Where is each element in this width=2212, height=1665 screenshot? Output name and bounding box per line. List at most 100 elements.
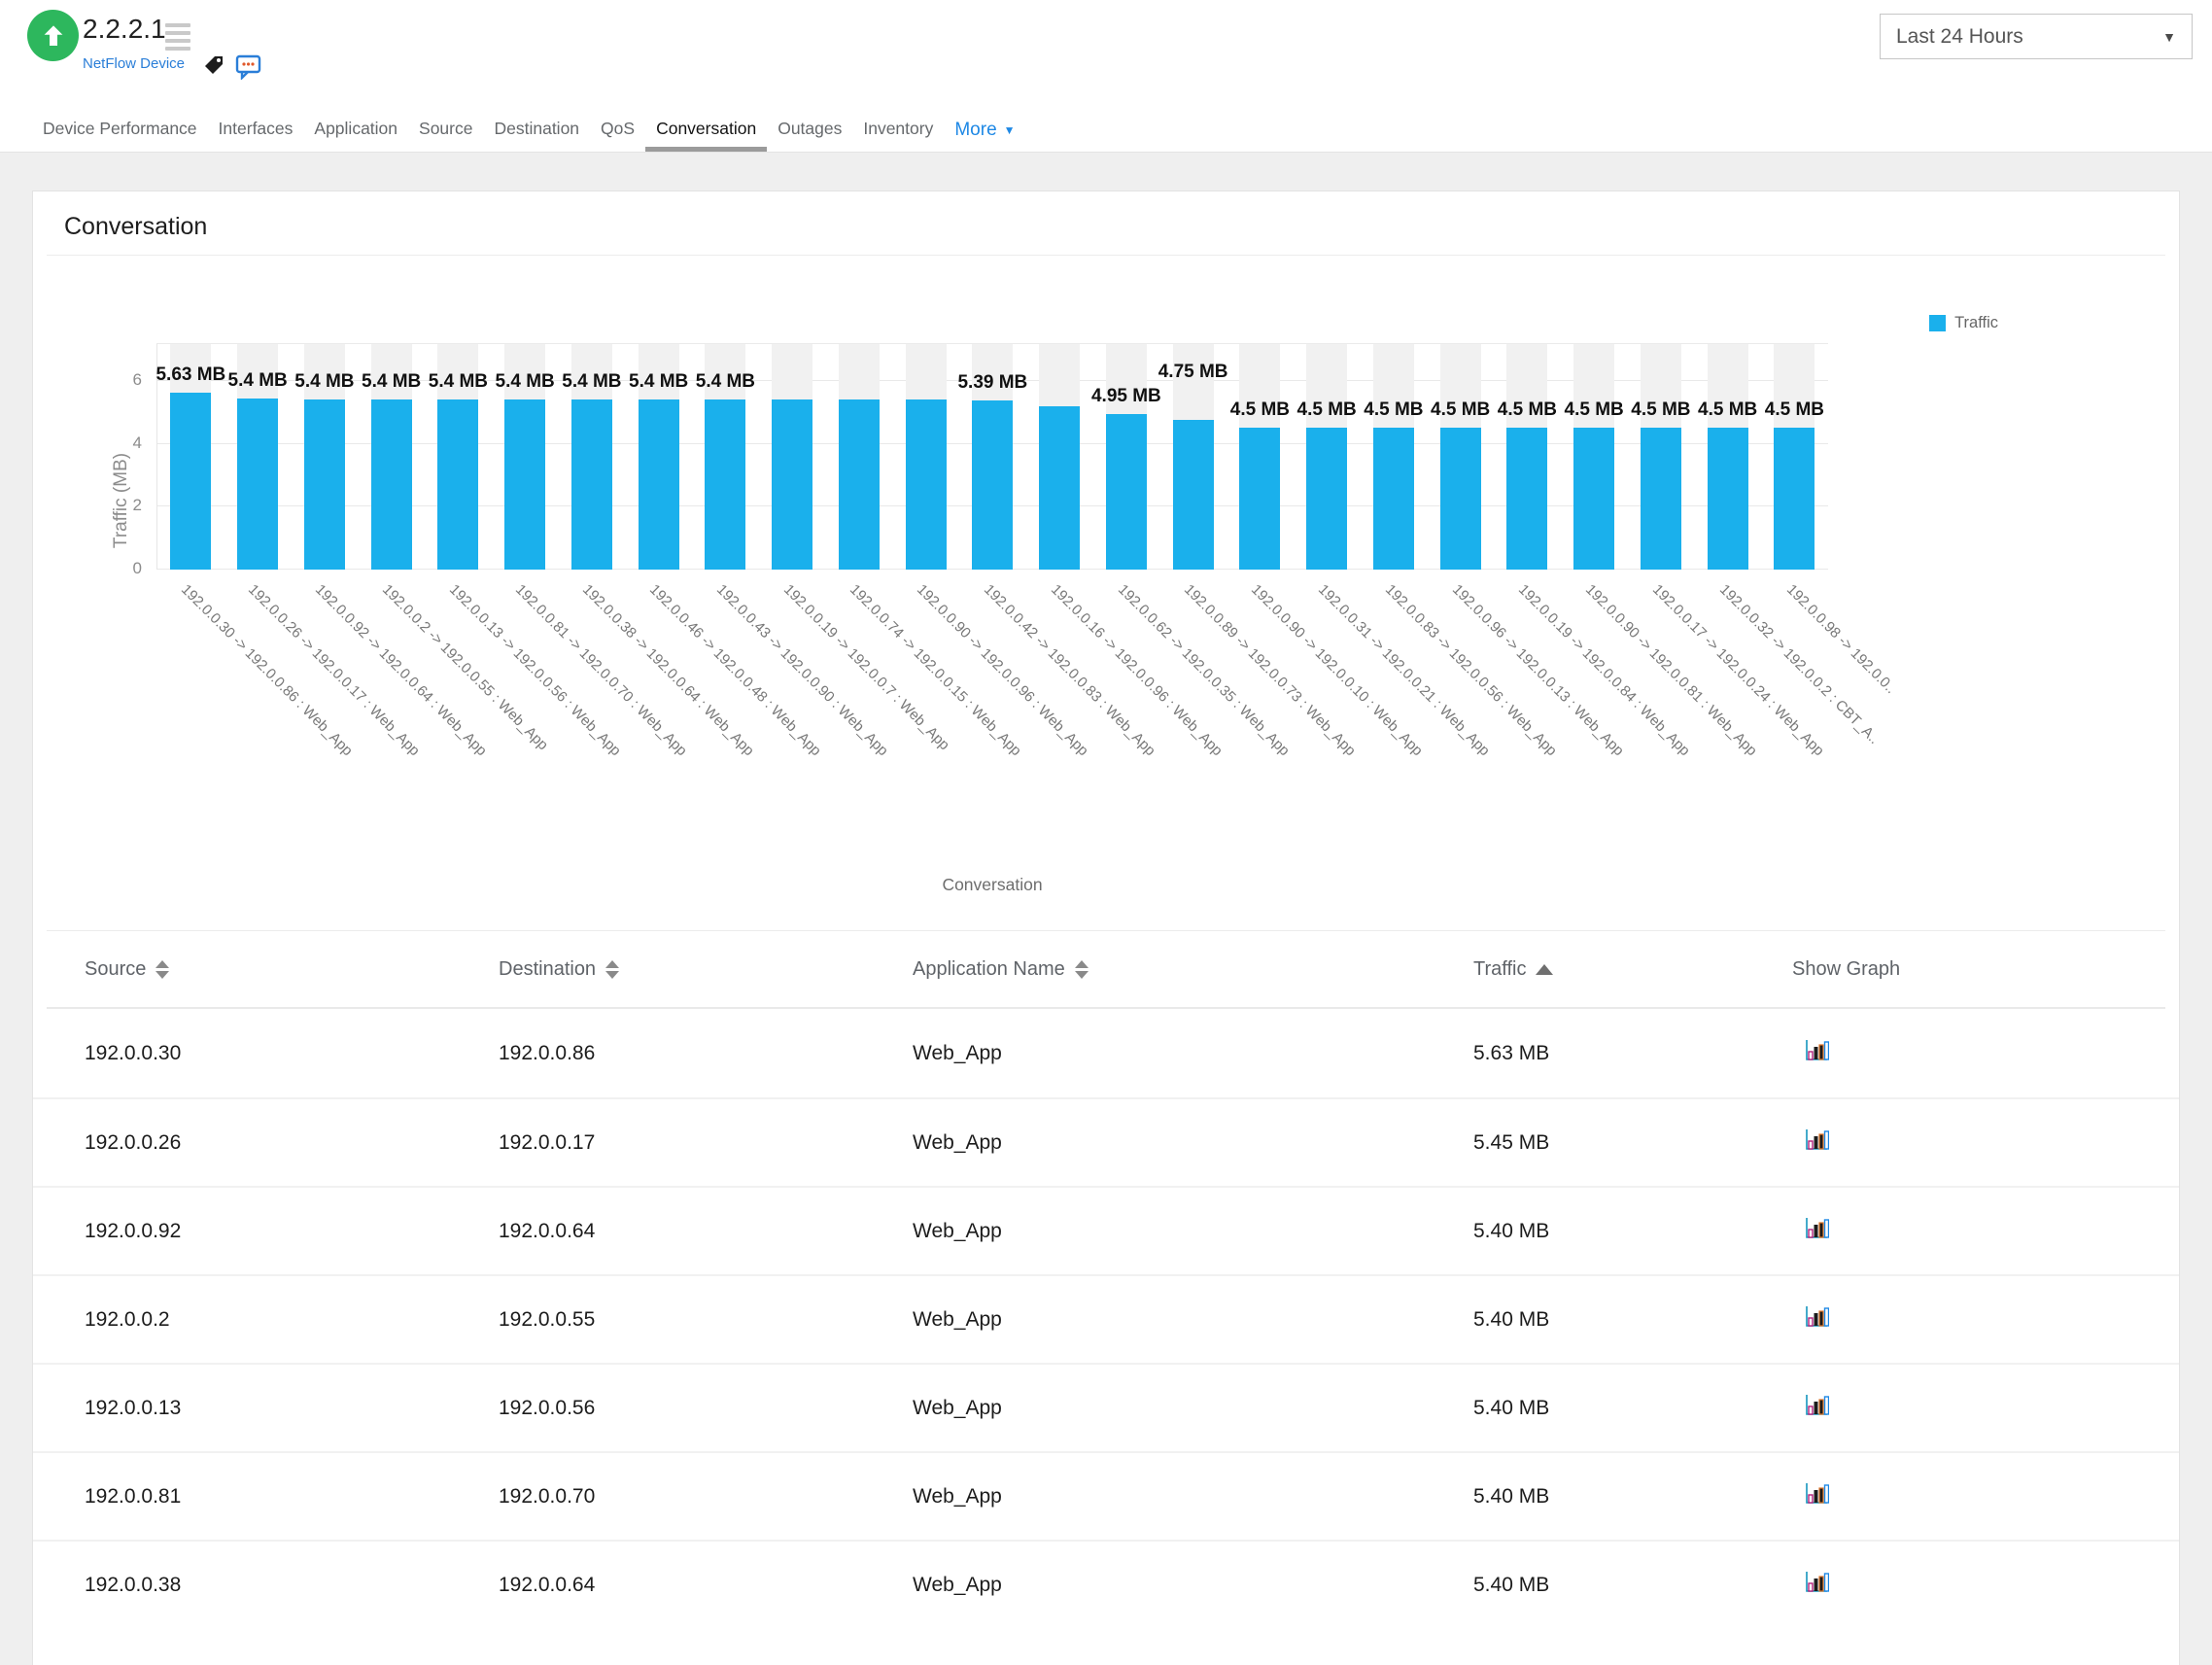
conversation-table: Source Destination Application NameTraffic… xyxy=(33,930,2179,1628)
bar-track: 5.63 MB xyxy=(170,344,211,570)
bar-track xyxy=(772,344,812,570)
tag-icon[interactable] xyxy=(202,53,225,82)
tab-device-performance[interactable]: Device Performance xyxy=(32,119,208,152)
chart-bar[interactable] xyxy=(1373,428,1414,570)
sort-both-icon xyxy=(605,960,619,979)
tab-more[interactable]: More ▼ xyxy=(944,120,1025,152)
conversation-chart: Traffic Traffic (MB) 02465.63 MB5.4 MB5.… xyxy=(33,256,2179,922)
plot-area: 02465.63 MB5.4 MB5.4 MB5.4 MB5.4 MB5.4 M… xyxy=(156,343,1828,570)
destination-cell: 192.0.0.56 xyxy=(499,1397,913,1420)
x-axis-label: 192.0.0.98 -> 192.0.0.. xyxy=(1783,581,1899,697)
bar-value-label: 4.75 MB xyxy=(1158,362,1228,383)
column-header-traffic[interactable]: Traffic xyxy=(1473,958,1792,981)
sort-both-icon xyxy=(1075,960,1089,979)
chart-bar[interactable] xyxy=(772,399,812,570)
tab-conversation[interactable]: Conversation xyxy=(645,119,767,152)
tab-source[interactable]: Source xyxy=(408,119,483,152)
page-title: 2.2.2.1 xyxy=(83,14,166,45)
tab-destination[interactable]: Destination xyxy=(483,119,590,152)
y-tick-label: 4 xyxy=(133,434,142,453)
bar-value-label: 4.5 MB xyxy=(1364,399,1423,421)
chart-bar[interactable] xyxy=(906,399,947,570)
chart-bar[interactable] xyxy=(371,399,412,570)
bar-value-label: 5.4 MB xyxy=(629,371,688,393)
column-header-application-name[interactable]: Application Name xyxy=(913,958,1473,981)
device-status-up-icon xyxy=(27,10,79,61)
table-row: 192.0.0.2192.0.0.55Web_App5.40 MB xyxy=(33,1274,2179,1363)
chart-bar[interactable] xyxy=(972,400,1013,570)
tab-interfaces[interactable]: Interfaces xyxy=(208,119,304,152)
y-tick-label: 2 xyxy=(133,496,142,515)
chart-bar[interactable] xyxy=(1440,428,1481,570)
bar-track: 4.5 MB xyxy=(1239,344,1280,570)
chart-bar[interactable] xyxy=(304,399,345,570)
chart-bar[interactable] xyxy=(1708,428,1748,570)
table-row: 192.0.0.92192.0.0.64Web_App5.40 MB xyxy=(33,1186,2179,1274)
hamburger-menu-icon[interactable] xyxy=(165,23,190,54)
show-graph-button[interactable] xyxy=(1804,1571,1829,1594)
bar-value-label: 5.63 MB xyxy=(156,364,225,386)
chart-bar[interactable] xyxy=(437,399,478,570)
show-graph-button[interactable] xyxy=(1804,1394,1829,1417)
traffic-cell: 5.45 MB xyxy=(1473,1131,1792,1155)
chart-bar[interactable] xyxy=(1573,428,1614,570)
comment-icon[interactable] xyxy=(235,53,261,85)
chart-bar[interactable] xyxy=(1039,406,1080,570)
chart-bar[interactable] xyxy=(1641,428,1681,570)
chart-bar[interactable] xyxy=(237,399,278,570)
bar-track: 4.5 MB xyxy=(1708,344,1748,570)
bar-track: 5.4 MB xyxy=(437,344,478,570)
show-graph-button[interactable] xyxy=(1804,1305,1829,1329)
column-header-label: Source xyxy=(85,958,146,981)
tab-application[interactable]: Application xyxy=(303,119,408,152)
chart-bar[interactable] xyxy=(639,399,679,570)
table-row: 192.0.0.81192.0.0.70Web_App5.40 MB xyxy=(33,1451,2179,1540)
column-header-label: Destination xyxy=(499,958,596,981)
chart-bar[interactable] xyxy=(1506,428,1547,570)
bar-track: 5.4 MB xyxy=(504,344,545,570)
bar-track: 5.4 MB xyxy=(371,344,412,570)
tab-outages[interactable]: Outages xyxy=(767,119,852,152)
application-cell: Web_App xyxy=(913,1485,1473,1509)
bar-track: 5.4 MB xyxy=(571,344,612,570)
destination-cell: 192.0.0.70 xyxy=(499,1485,913,1509)
bar-value-label: 5.4 MB xyxy=(228,370,288,392)
x-axis-title: Conversation xyxy=(156,871,1828,922)
chart-bar[interactable] xyxy=(1306,428,1347,570)
application-cell: Web_App xyxy=(913,1308,1473,1332)
column-header-source[interactable]: Source xyxy=(85,958,499,981)
bar-track xyxy=(1039,344,1080,570)
chart-bar[interactable] xyxy=(839,399,880,570)
show-graph-button[interactable] xyxy=(1804,1128,1829,1152)
bar-value-label: 4.95 MB xyxy=(1091,386,1161,407)
bar-track: 4.5 MB xyxy=(1774,344,1815,570)
bar-track: 5.39 MB xyxy=(972,344,1013,570)
bar-value-label: 4.5 MB xyxy=(1498,399,1557,421)
legend-item-traffic[interactable]: Traffic xyxy=(1929,314,1998,332)
show-graph-button[interactable] xyxy=(1804,1482,1829,1506)
chart-bar[interactable] xyxy=(705,399,745,570)
column-header-destination[interactable]: Destination xyxy=(499,958,913,981)
bar-track: 4.5 MB xyxy=(1506,344,1547,570)
chart-bar[interactable] xyxy=(1173,420,1214,570)
show-graph-button[interactable] xyxy=(1804,1217,1829,1240)
chart-bar[interactable] xyxy=(1239,428,1280,570)
tab-inventory[interactable]: Inventory xyxy=(852,119,944,152)
destination-cell: 192.0.0.55 xyxy=(499,1308,913,1332)
chart-bar[interactable] xyxy=(170,393,211,570)
bar-track xyxy=(906,344,947,570)
show-graph-button[interactable] xyxy=(1804,1039,1829,1062)
y-tick-label: 6 xyxy=(133,370,142,390)
bar-track: 5.4 MB xyxy=(639,344,679,570)
time-range-select[interactable]: Last 24 Hours ▼ xyxy=(1880,14,2193,59)
conversation-card: Conversation Traffic Traffic (MB) 02465.… xyxy=(32,191,2180,1665)
device-type-link[interactable]: NetFlow Device xyxy=(83,55,185,72)
chart-bar[interactable] xyxy=(1774,428,1815,570)
chart-bar[interactable] xyxy=(1106,414,1147,570)
time-range-value: Last 24 Hours xyxy=(1896,25,2023,49)
chart-bar[interactable] xyxy=(504,399,545,570)
bar-value-label: 4.5 MB xyxy=(1297,399,1357,421)
chart-bar[interactable] xyxy=(571,399,612,570)
tab-qos[interactable]: QoS xyxy=(590,119,645,152)
destination-cell: 192.0.0.64 xyxy=(499,1574,913,1597)
